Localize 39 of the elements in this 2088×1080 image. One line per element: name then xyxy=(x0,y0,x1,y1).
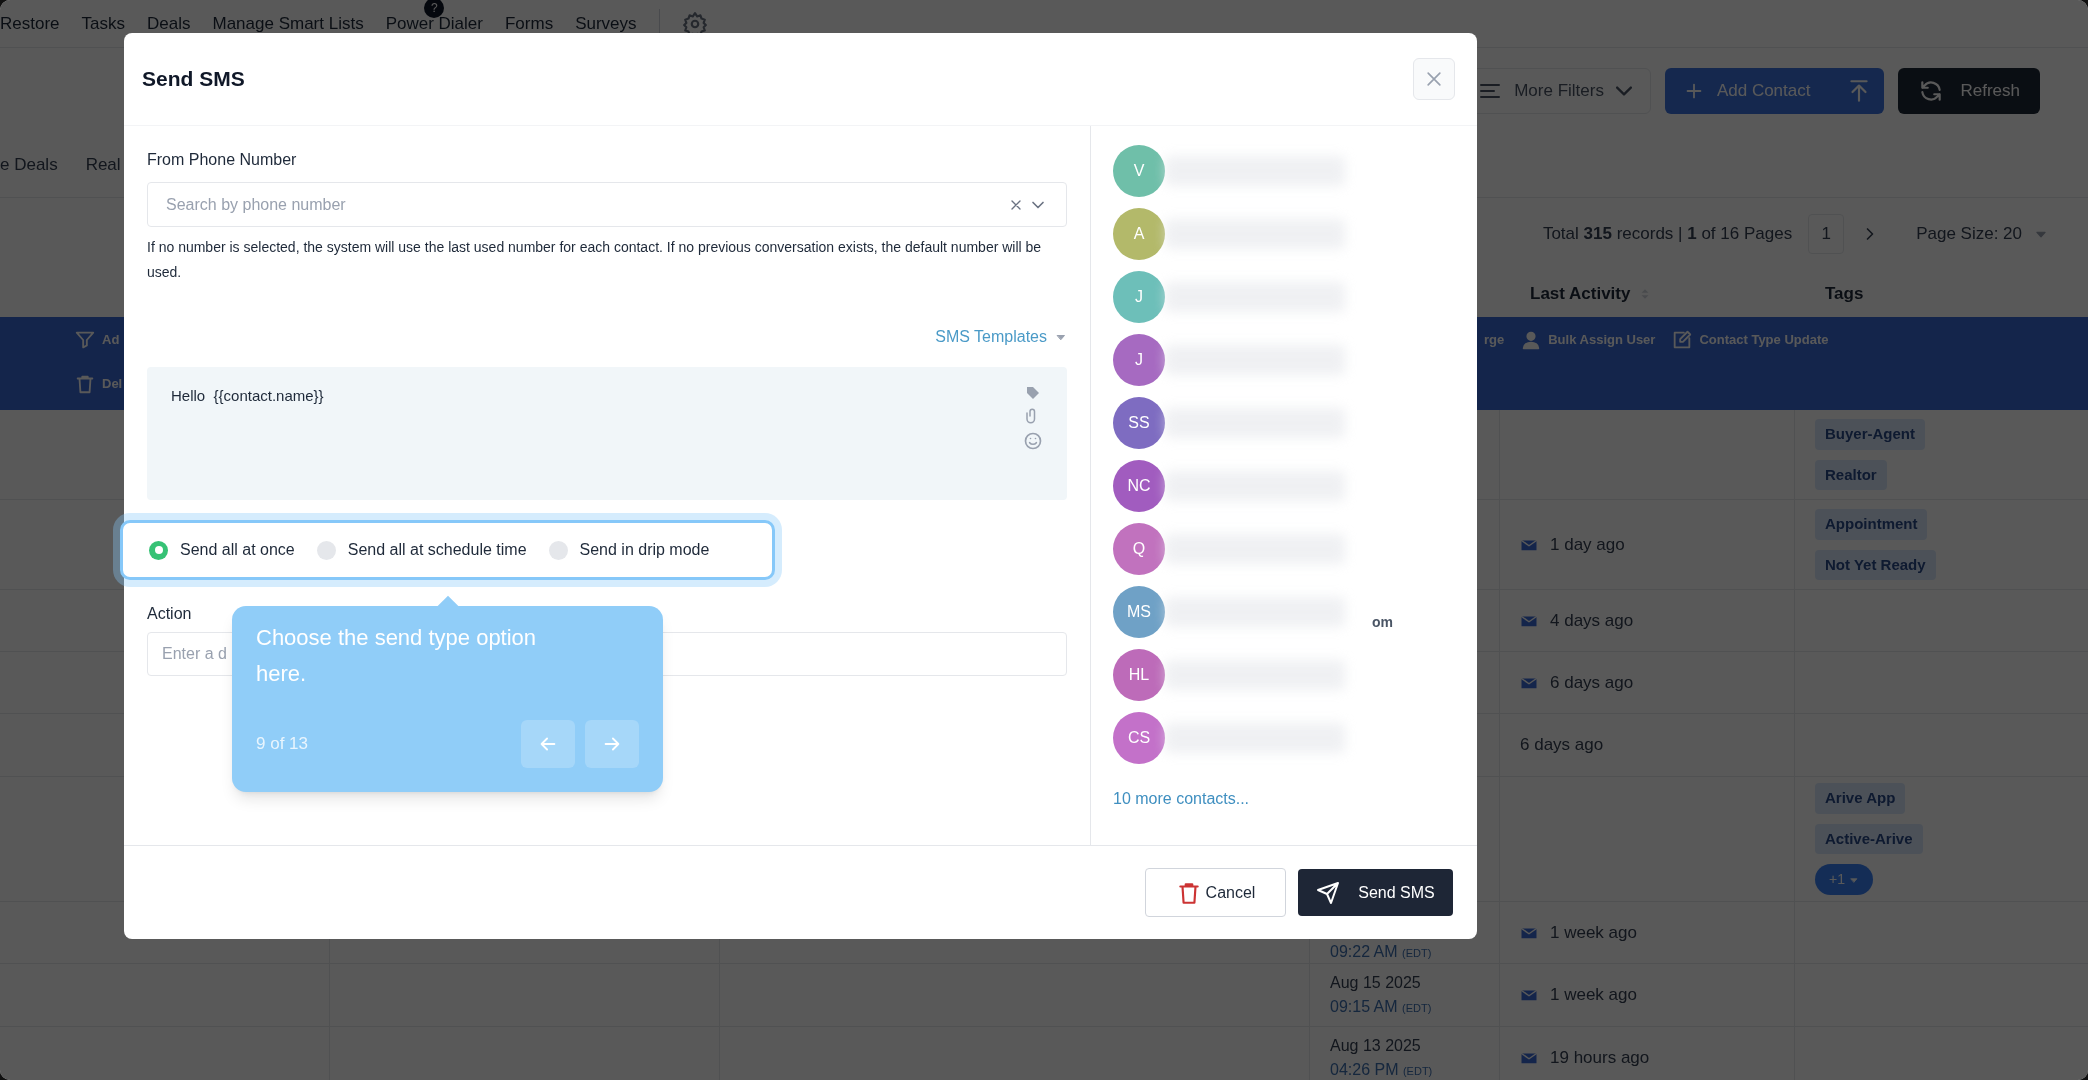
contact-avatar: HL xyxy=(1113,649,1165,701)
contact-avatar: MS xyxy=(1113,586,1165,638)
step-counter: 9 of 13 xyxy=(256,733,308,756)
tag: Realtor xyxy=(1815,459,1887,490)
activity-text: 6 days ago xyxy=(1550,671,1634,694)
contact-avatar: J xyxy=(1113,271,1165,323)
field-label: From Phone Number xyxy=(147,150,298,170)
contact-avatar: J xyxy=(1113,334,1165,386)
help-badge: ? xyxy=(424,0,445,18)
modal-title: Send SMS xyxy=(142,66,245,93)
time-text: 09:22 AM (EDT) xyxy=(1330,942,1433,962)
activity-text: 1 week ago xyxy=(1550,984,1637,1007)
tooltip-text: Choose the send type option here. xyxy=(256,624,538,688)
field-label: Action xyxy=(147,604,192,624)
activity-text: 1 week ago xyxy=(1550,922,1637,945)
activity-text: 19 hours ago xyxy=(1550,1046,1650,1069)
contact-detail-text: om xyxy=(1372,613,1393,632)
contact-avatar: NC xyxy=(1113,460,1165,512)
contact-avatar: SS xyxy=(1113,397,1165,449)
activity-text: 4 days ago xyxy=(1550,609,1634,632)
message-text: Hello {{contact.name}} xyxy=(171,386,325,406)
time-text: 09:15 AM (EDT) xyxy=(1330,997,1433,1017)
tag: Appointment xyxy=(1815,509,1928,540)
tag: Not Yet Ready xyxy=(1815,549,1936,580)
contact-avatar: CS xyxy=(1113,712,1165,764)
contact-avatar: V xyxy=(1113,145,1165,197)
contact-avatar: A xyxy=(1113,208,1165,260)
activity-text: 6 days ago xyxy=(1520,734,1604,757)
date-text: Aug 15 2025 xyxy=(1330,973,1422,993)
tag: Active-Arive xyxy=(1815,823,1923,854)
records-summary: Total 315 records | 1 of 16 Pages xyxy=(1542,223,1793,246)
activity-text: 1 day ago xyxy=(1550,533,1625,556)
tag: Arive App xyxy=(1815,783,1906,814)
help-text: If no number is selected, the system will use the last used number for each contact. If no previous conversation exists, the default number will be used. xyxy=(147,238,1043,282)
time-text: 04:26 PM (EDT) xyxy=(1330,1059,1434,1080)
contact-avatar: Q xyxy=(1113,523,1165,575)
tag: Buyer-Agent xyxy=(1815,419,1925,450)
date-text: Aug 13 2025 xyxy=(1330,1035,1422,1056)
placeholder-text: Search by phone number xyxy=(166,194,347,215)
